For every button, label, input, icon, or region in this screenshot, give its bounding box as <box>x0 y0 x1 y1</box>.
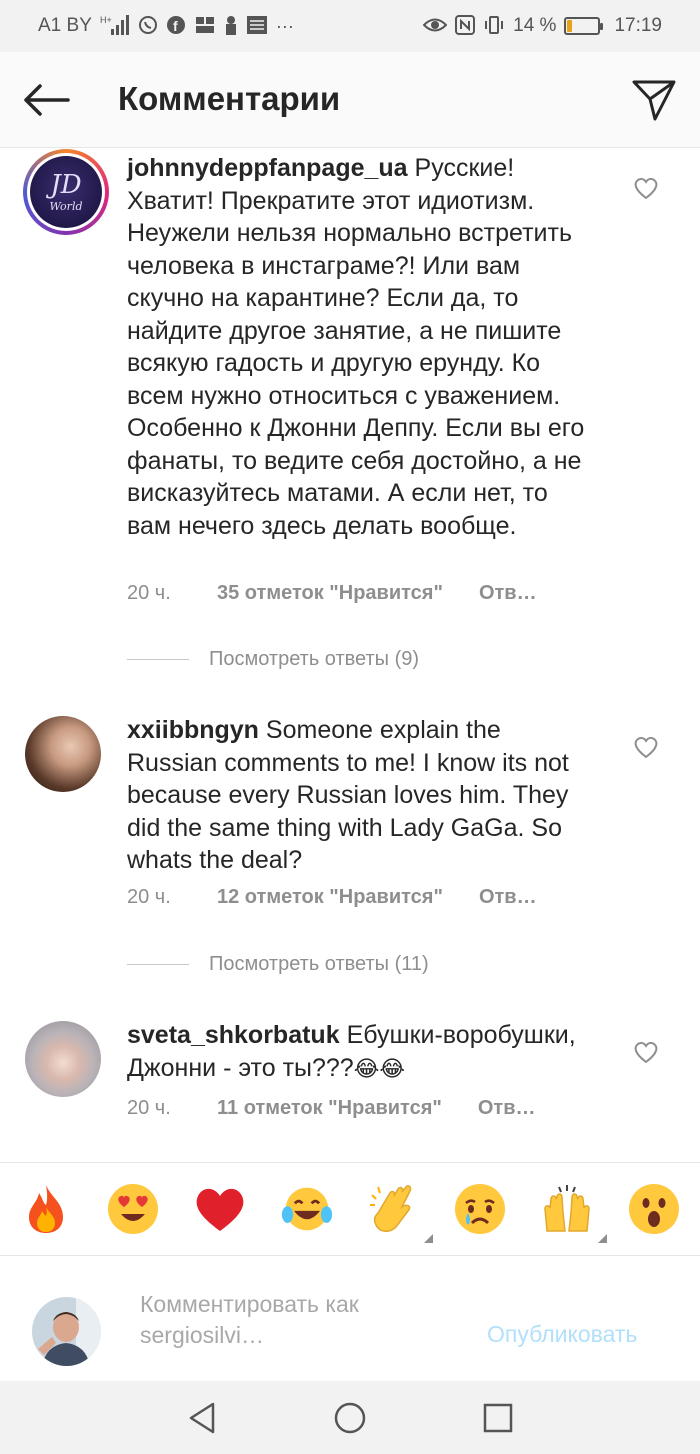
comment-time: 20 ч. <box>127 885 171 908</box>
surprised-face-emoji-button[interactable] <box>628 1183 680 1235</box>
nav-home-button[interactable] <box>326 1394 374 1442</box>
comment-meta: 20 ч. 12 отметок "Нравится" Отв… <box>127 882 537 912</box>
header: Комментарии <box>0 52 700 148</box>
comment-username[interactable]: xxiibbngyn <box>127 716 259 744</box>
share-button[interactable] <box>628 74 680 126</box>
reply-button[interactable]: Отв… <box>479 582 537 605</box>
skin-tone-indicator <box>424 1234 434 1243</box>
nav-recents-button[interactable] <box>474 1394 522 1442</box>
page-title: Комментарии <box>118 80 341 117</box>
eye-icon <box>422 16 448 37</box>
likes-count[interactable]: 11 отметок "Нравится" <box>217 1097 442 1120</box>
avatar-story-ring[interactable]: JD World <box>23 149 109 235</box>
network-type-label: H+ <box>100 15 112 25</box>
like-heart-icon[interactable] <box>632 174 660 202</box>
comment-input[interactable]: Комментировать как sergiosilvi… <box>140 1289 460 1351</box>
arrow-left-icon <box>24 84 70 116</box>
avatar: JD World <box>30 156 102 228</box>
facebook-icon: f <box>166 15 186 38</box>
comment-body: johnnydeppfanpage_ua Русские! Хватит! Пр… <box>127 152 597 542</box>
comment-time: 20 ч. <box>127 581 171 604</box>
whatsapp-icon <box>138 15 158 38</box>
paper-plane-icon <box>632 80 676 121</box>
comment-meta: 20 ч. 11 отметок "Нравится" Отв… <box>127 1093 536 1123</box>
recents-square-icon <box>483 1403 513 1432</box>
clock: 17:19 <box>614 15 662 36</box>
comment-text: Русские! Хватит! Прекратите этот идиотиз… <box>127 154 585 540</box>
divider-line <box>127 963 189 965</box>
comment-username[interactable]: johnnydeppfanpage_ua <box>127 154 408 182</box>
home-circle-icon <box>334 1402 366 1433</box>
avatar-logo-text: JD <box>50 169 82 200</box>
signal-icon: H+ <box>100 14 130 39</box>
fire-emoji-button[interactable] <box>20 1183 72 1235</box>
likes-count[interactable]: 35 отметок "Нравится" <box>217 582 443 605</box>
avatar[interactable] <box>25 1021 101 1097</box>
comment-username[interactable]: sveta_shkorbatuk <box>127 1021 340 1049</box>
crying-face-emoji-button[interactable] <box>454 1183 506 1235</box>
reply-button[interactable]: Отв… <box>479 886 537 909</box>
status-left: A1 BY H+ f ··· <box>38 14 294 39</box>
status-right: 14 % 17:19 <box>422 14 662 38</box>
view-replies-label: Посмотреть ответы (11) <box>209 952 429 975</box>
comment-body: sveta_shkorbatuk Ебушки-воробушки, Джонн… <box>127 1019 597 1085</box>
lock-icon <box>224 14 238 39</box>
my-avatar <box>32 1297 101 1366</box>
divider-line <box>127 658 189 660</box>
skin-tone-indicator <box>598 1234 608 1243</box>
comment-input-placeholder-line1: Комментировать как <box>140 1291 359 1317</box>
red-heart-emoji-button[interactable] <box>194 1183 246 1235</box>
nav-back-button[interactable] <box>178 1394 226 1442</box>
raising-hands-emoji-button[interactable] <box>541 1183 608 1243</box>
vibrate-icon <box>483 15 505 38</box>
reply-button[interactable]: Отв… <box>478 1097 536 1120</box>
avatar-logo-subtext: World <box>49 199 83 213</box>
comment-composer: Комментировать как sergiosilvi… Опублико… <box>0 1257 700 1381</box>
avatar[interactable] <box>25 716 101 792</box>
publish-button[interactable]: Опубликовать <box>487 1321 637 1348</box>
comment-body: xxiibbngyn Someone explain the Russian c… <box>127 714 597 877</box>
back-triangle-icon <box>189 1402 215 1433</box>
comment-input-placeholder-line2: sergiosilvi… <box>140 1322 264 1348</box>
svg-text:f: f <box>173 18 178 34</box>
sim-icon <box>194 15 216 38</box>
clapping-hands-emoji-button[interactable] <box>367 1183 434 1243</box>
status-bar: A1 BY H+ f ··· 14 % 17:19 <box>0 0 700 52</box>
battery-icon <box>564 17 604 35</box>
nfc-icon <box>455 14 476 38</box>
view-replies-button[interactable]: Посмотреть ответы (11) <box>127 949 429 979</box>
heart-eyes-emoji-button[interactable] <box>107 1183 159 1235</box>
tears-of-joy-emoji-button[interactable] <box>281 1183 333 1235</box>
like-heart-icon[interactable] <box>632 733 660 761</box>
system-nav-bar <box>0 1381 700 1454</box>
carrier-label: A1 BY <box>38 15 92 36</box>
likes-count[interactable]: 12 отметок "Нравится" <box>217 886 443 909</box>
like-heart-icon[interactable] <box>632 1038 660 1066</box>
quick-emoji-bar <box>0 1162 700 1256</box>
image-icon <box>246 15 268 38</box>
battery-fill <box>567 20 572 32</box>
view-replies-button[interactable]: Посмотреть ответы (9) <box>127 644 419 674</box>
comment-emoji: 😂😂 <box>353 1055 406 1081</box>
back-button[interactable] <box>20 76 72 124</box>
comment-time: 20 ч. <box>127 1096 171 1119</box>
battery-percent: 14 % <box>513 15 557 36</box>
more-icon: ··· <box>275 16 294 36</box>
view-replies-label: Посмотреть ответы (9) <box>209 647 420 670</box>
comment-meta: 20 ч. 35 отметок "Нравится" Отв… <box>127 578 537 608</box>
